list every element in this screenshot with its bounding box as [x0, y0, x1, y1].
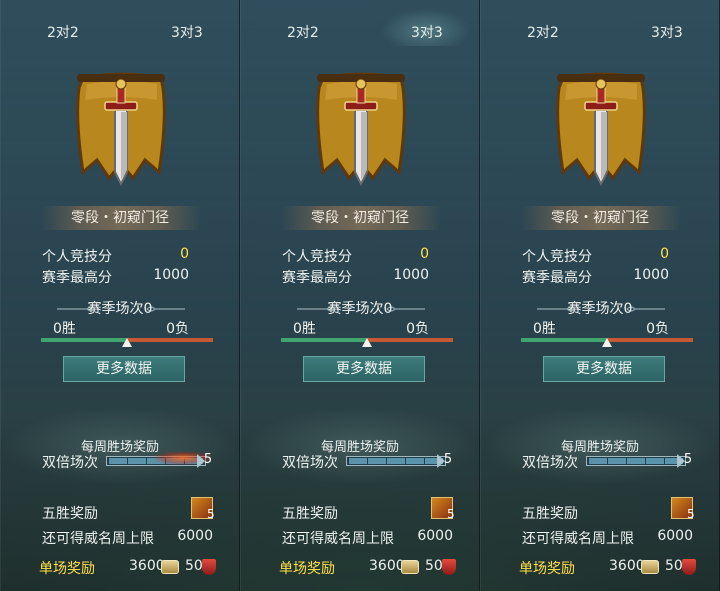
fame-cap-label: 还可得威名周上限: [522, 531, 634, 547]
coin-icon: [641, 560, 659, 574]
season-best-label: 赛季最高分: [282, 270, 352, 286]
rank-banner-icon: [316, 72, 406, 187]
fame-cap-label: 还可得威名周上限: [42, 531, 154, 547]
season-best-label: 赛季最高分: [42, 270, 112, 286]
mode-tabs: 2对2 3对3: [1, 0, 239, 46]
double-matches-bar: [346, 456, 446, 466]
double-matches-label: 双倍场次: [42, 455, 98, 471]
ratio-marker-icon: [122, 338, 132, 347]
single-match-coins: 3600: [609, 558, 645, 574]
single-match-reward-label: 单场奖励: [519, 561, 575, 577]
rank-banner-icon: [76, 72, 166, 187]
shield-icon: [682, 559, 696, 575]
double-segment: [387, 458, 405, 464]
win-portion: [521, 338, 607, 342]
coin-icon: [161, 560, 179, 574]
personal-score-value: 0: [180, 246, 189, 262]
single-match-medals: 50: [665, 558, 683, 574]
five-win-reward-count: 5: [207, 507, 215, 521]
five-win-reward-label: 五胜奖励: [282, 506, 338, 522]
season-matches: 赛季场次0: [327, 301, 393, 317]
five-win-reward-count: 5: [687, 507, 695, 521]
single-match-reward-label: 单场奖励: [279, 561, 335, 577]
single-match-reward-label: 单场奖励: [39, 561, 95, 577]
personal-score-label: 个人竞技分: [282, 249, 352, 265]
personal-score-value: 0: [660, 246, 669, 262]
double-segment: [349, 458, 367, 464]
tab-3v3[interactable]: 3对3: [651, 22, 683, 42]
single-match-coins: 3600: [369, 558, 405, 574]
five-win-reward-count: 5: [447, 507, 455, 521]
double-segment: [608, 458, 626, 464]
double-segment: [109, 458, 127, 464]
tab-2v2[interactable]: 2对2: [527, 22, 559, 42]
fame-cap-label: 还可得威名周上限: [282, 531, 394, 547]
double-segment: [627, 458, 645, 464]
losses-count: 0负: [166, 321, 189, 337]
season-best-value: 1000: [393, 267, 429, 283]
wins-count: 0胜: [293, 321, 316, 337]
tab-2v2[interactable]: 2对2: [287, 22, 319, 42]
arena-panel-2: 2对2 3对3 零段・初窥门径 个人竞技分 0 赛季最高分 1000 赛季场次0…: [240, 0, 480, 591]
double-segment: [589, 458, 607, 464]
single-match-coins: 3600: [129, 558, 165, 574]
mode-tabs: 2对2 3对3: [241, 0, 479, 46]
rank-banner-icon: [556, 72, 646, 187]
personal-score-value: 0: [420, 246, 429, 262]
fame-cap-value: 6000: [417, 528, 453, 544]
more-data-button[interactable]: 更多数据: [63, 356, 185, 382]
losses-count: 0负: [406, 321, 429, 337]
double-matches-label: 双倍场次: [522, 455, 578, 471]
double-segment: [406, 458, 424, 464]
background-mist: [481, 380, 719, 490]
more-data-button[interactable]: 更多数据: [303, 356, 425, 382]
single-match-medals: 50: [425, 558, 443, 574]
season-matches: 赛季场次0: [567, 301, 633, 317]
wins-count: 0胜: [533, 321, 556, 337]
ratio-marker-icon: [362, 338, 372, 347]
shield-icon: [202, 559, 216, 575]
win-portion: [41, 338, 127, 342]
double-matches-bar: [586, 456, 686, 466]
wins-count: 0胜: [53, 321, 76, 337]
personal-score-label: 个人竞技分: [522, 249, 592, 265]
losses-count: 0负: [646, 321, 669, 337]
fame-cap-value: 6000: [177, 528, 213, 544]
double-matches-label: 双倍场次: [282, 455, 338, 471]
season-best-value: 1000: [153, 267, 189, 283]
single-match-medals: 50: [185, 558, 203, 574]
season-best-value: 1000: [633, 267, 669, 283]
season-best-label: 赛季最高分: [522, 270, 592, 286]
win-portion: [281, 338, 367, 342]
rank-title: 零段・初窥门径: [71, 210, 169, 226]
mode-tabs: 2对2 3对3: [481, 0, 719, 46]
double-matches-count: 5: [683, 452, 693, 467]
personal-score-label: 个人竞技分: [42, 249, 112, 265]
tab-2v2[interactable]: 2对2: [47, 22, 79, 42]
background-mist: [1, 380, 239, 490]
five-win-reward-label: 五胜奖励: [42, 506, 98, 522]
rank-title: 零段・初窥门径: [311, 210, 409, 226]
double-segment: [646, 458, 664, 464]
double-segment: [368, 458, 386, 464]
fame-cap-value: 6000: [657, 528, 693, 544]
tab-3v3[interactable]: 3对3: [411, 22, 443, 42]
arena-panel-3: 2对2 3对3 零段・初窥门径 个人竞技分 0 赛季最高分 1000 赛季场次0…: [480, 0, 720, 591]
double-matches-count: 5: [203, 452, 213, 467]
tab-3v3[interactable]: 3对3: [171, 22, 203, 42]
season-matches: 赛季场次0: [87, 301, 153, 317]
double-matches-count: 5: [443, 452, 453, 467]
more-data-button[interactable]: 更多数据: [543, 356, 665, 382]
rank-title: 零段・初窥门径: [551, 210, 649, 226]
shield-icon: [442, 559, 456, 575]
ratio-marker-icon: [602, 338, 612, 347]
arena-panel-1: 2对2 3对3 零段・初窥门径 个人竞技分 0 赛季最高分 1000 赛季场次0…: [0, 0, 240, 591]
coin-icon: [401, 560, 419, 574]
background-mist: [241, 380, 479, 490]
five-win-reward-label: 五胜奖励: [522, 506, 578, 522]
